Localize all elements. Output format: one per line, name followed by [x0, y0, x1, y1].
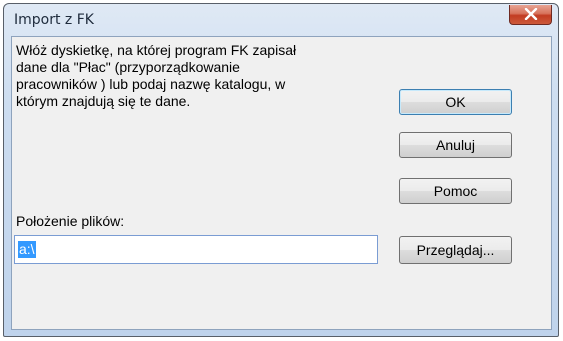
- cancel-button[interactable]: Anuluj: [399, 132, 512, 158]
- window-title: Import z FK: [14, 12, 94, 28]
- close-button[interactable]: [509, 5, 552, 25]
- close-icon: [524, 8, 538, 20]
- browse-button[interactable]: Przeglądaj...: [399, 236, 512, 264]
- instruction-message: Włóż dyskietkę, na której program FK zap…: [16, 42, 297, 109]
- file-location-label: Położenie plików:: [16, 213, 125, 229]
- file-location-input[interactable]: a:\: [14, 235, 378, 264]
- ok-button[interactable]: OK: [399, 89, 512, 115]
- file-location-value: a:\: [18, 241, 36, 258]
- help-button[interactable]: Pomoc: [399, 178, 512, 204]
- title-bar[interactable]: Import z FK: [4, 4, 558, 35]
